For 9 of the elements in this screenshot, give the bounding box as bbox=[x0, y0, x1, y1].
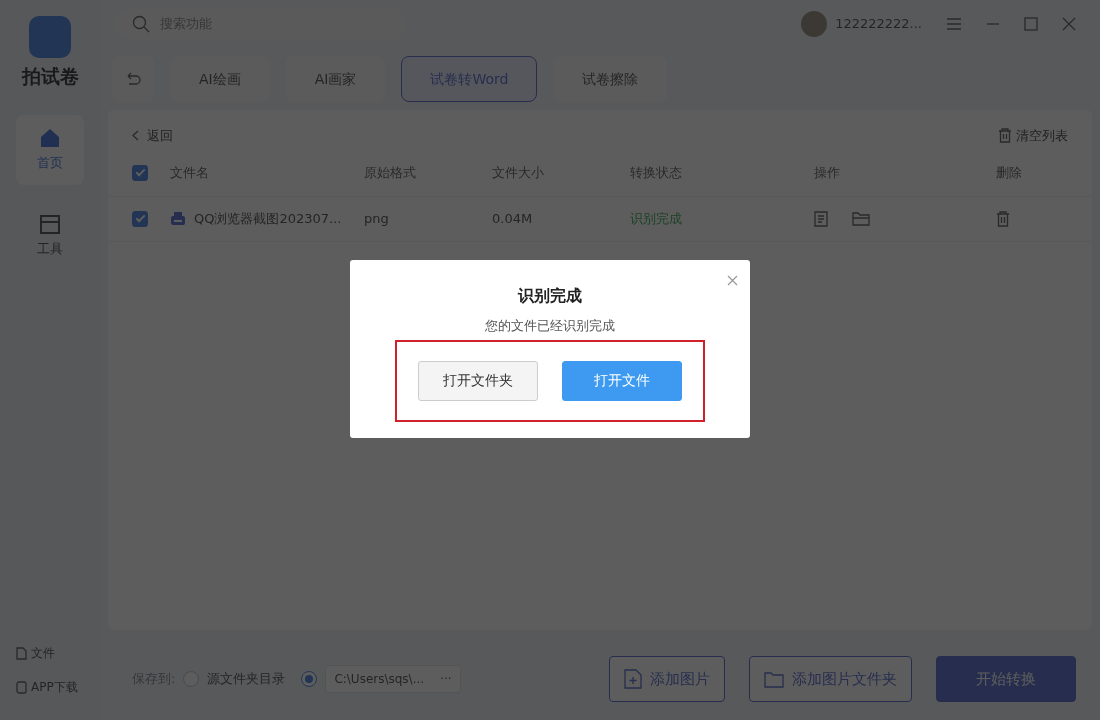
dialog-title: 识别完成 bbox=[518, 285, 582, 307]
dialog-button[interactable]: 打开文件 bbox=[562, 360, 682, 401]
status-text: 识别完成 bbox=[630, 209, 683, 228]
app-name: 拍试卷 bbox=[21, 64, 79, 89]
file-format: png bbox=[364, 209, 390, 228]
close-icon bbox=[727, 275, 738, 286]
dialog-message: 您的文件已经识别完成 bbox=[485, 317, 615, 335]
dialog-button[interactable]: 打开文件夹 bbox=[418, 360, 538, 401]
file-size: 0.04M bbox=[492, 209, 534, 228]
